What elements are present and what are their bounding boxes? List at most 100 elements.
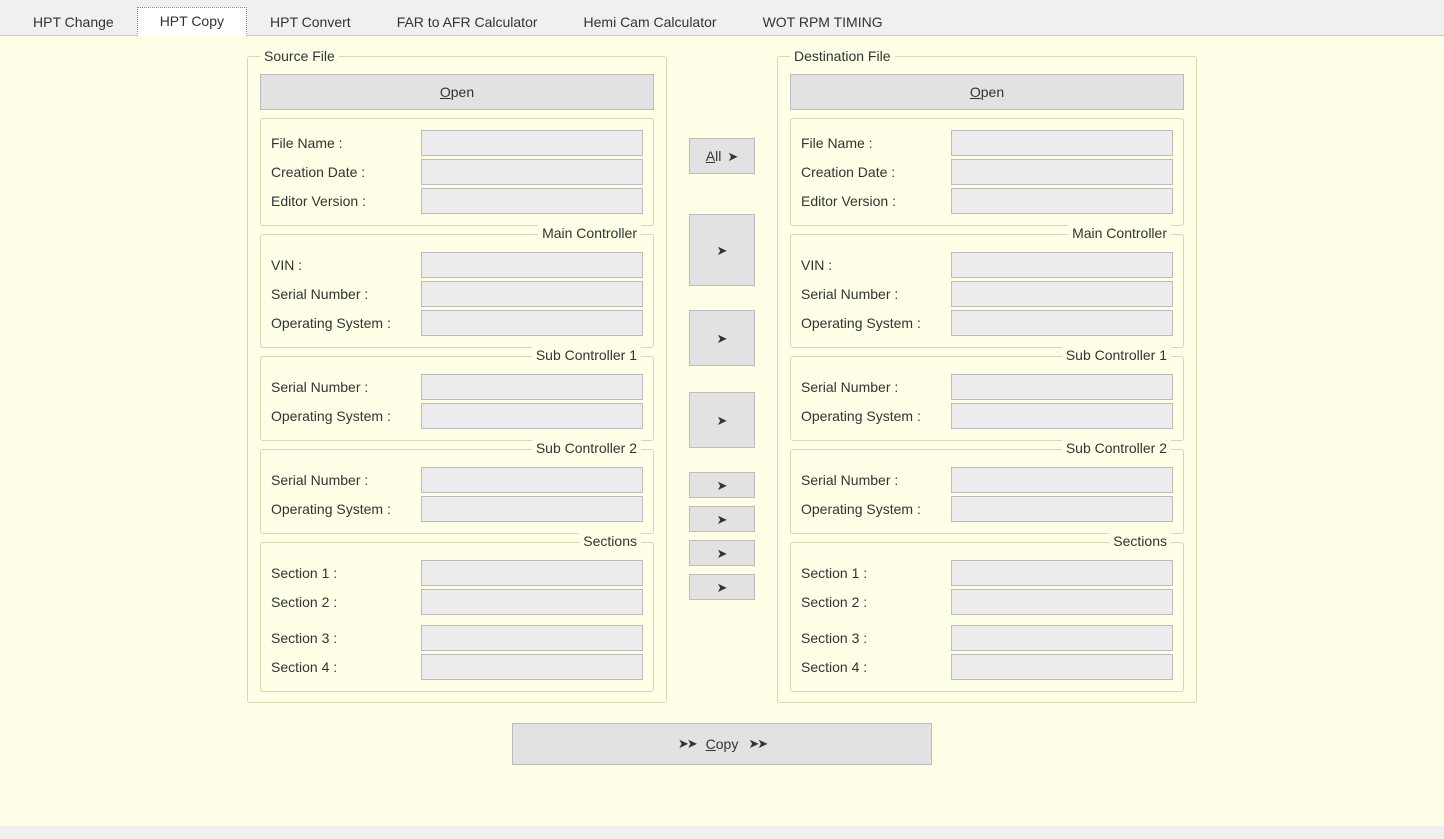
source-group: Source File Open File Name : Creation Da… <box>247 48 667 703</box>
all-label: All <box>706 148 722 164</box>
label-section-3: Section 3 : <box>271 630 421 646</box>
source-sub1-os-input[interactable] <box>421 403 643 429</box>
destination-main-os-input[interactable] <box>951 310 1173 336</box>
open-label: Open <box>440 84 474 100</box>
middle-column: All ➤ ➤ ➤ ➤ ➤ <box>687 48 757 600</box>
copy-label: Copy <box>706 736 739 752</box>
source-section-1-input[interactable] <box>421 560 643 586</box>
source-section-4-input[interactable] <box>421 654 643 680</box>
source-file-name-input[interactable] <box>421 130 643 156</box>
destination-file-name-input[interactable] <box>951 130 1173 156</box>
tab-hpt-convert[interactable]: HPT Convert <box>247 8 374 36</box>
label-section-2: Section 2 : <box>271 594 421 610</box>
source-column: Source File Open File Name : Creation Da… <box>247 48 667 711</box>
destination-column: Destination File Open File Name : Creati… <box>777 48 1197 711</box>
main-controller-title: Main Controller <box>538 225 641 241</box>
destination-sub2-os-input[interactable] <box>951 496 1173 522</box>
label-serial: Serial Number : <box>271 286 421 302</box>
arrow-right-icon: ➤ <box>717 581 728 594</box>
destination-sections: Sections Section 1 : Section 2 : Section… <box>790 542 1184 692</box>
tab-bar: HPT Change HPT Copy HPT Convert FAR to A… <box>0 0 1444 36</box>
source-creation-date-input[interactable] <box>421 159 643 185</box>
source-sub1-serial-input[interactable] <box>421 374 643 400</box>
label-os: Operating System : <box>801 408 951 424</box>
sub1-title: Sub Controller 1 <box>1062 347 1171 363</box>
label-serial: Serial Number : <box>801 472 951 488</box>
copy-button[interactable]: ➤➤ Copy ➤➤ <box>512 723 932 765</box>
sub1-title: Sub Controller 1 <box>532 347 641 363</box>
destination-main-serial-input[interactable] <box>951 281 1173 307</box>
main-controller-title: Main Controller <box>1068 225 1171 241</box>
label-serial: Serial Number : <box>801 379 951 395</box>
label-serial: Serial Number : <box>271 472 421 488</box>
sub2-title: Sub Controller 2 <box>1062 440 1171 456</box>
destination-sub-controller-1: Sub Controller 1 Serial Number : Operati… <box>790 356 1184 441</box>
destination-section-1-input[interactable] <box>951 560 1173 586</box>
label-creation-date: Creation Date : <box>271 164 421 180</box>
transfer-main-button[interactable]: ➤ <box>689 214 755 286</box>
tab-far-to-afr[interactable]: FAR to AFR Calculator <box>374 8 561 36</box>
destination-open-button[interactable]: Open <box>790 74 1184 110</box>
destination-sub2-serial-input[interactable] <box>951 467 1173 493</box>
source-main-serial-input[interactable] <box>421 281 643 307</box>
tab-hpt-change[interactable]: HPT Change <box>10 8 137 36</box>
destination-group-title: Destination File <box>790 48 895 64</box>
source-sub2-os-input[interactable] <box>421 496 643 522</box>
arrow-right-icon: ➤ <box>717 244 728 257</box>
sub2-title: Sub Controller 2 <box>532 440 641 456</box>
open-label: Open <box>970 84 1004 100</box>
destination-section-2-input[interactable] <box>951 589 1173 615</box>
label-section-1: Section 1 : <box>271 565 421 581</box>
label-os: Operating System : <box>271 501 421 517</box>
sections-title: Sections <box>1109 533 1171 549</box>
source-sub2-serial-input[interactable] <box>421 467 643 493</box>
transfer-sub1-button[interactable]: ➤ <box>689 310 755 366</box>
label-editor-version: Editor Version : <box>271 193 421 209</box>
source-sub-controller-2: Sub Controller 2 Serial Number : Operati… <box>260 449 654 534</box>
source-section-3-input[interactable] <box>421 625 643 651</box>
destination-sub1-serial-input[interactable] <box>951 374 1173 400</box>
destination-vin-input[interactable] <box>951 252 1173 278</box>
label-vin: VIN : <box>801 257 951 273</box>
transfer-section-1-button[interactable]: ➤ <box>689 472 755 498</box>
source-open-button[interactable]: Open <box>260 74 654 110</box>
label-serial: Serial Number : <box>801 286 951 302</box>
app-root: HPT Change HPT Copy HPT Convert FAR to A… <box>0 0 1444 839</box>
double-arrow-right-icon: ➤➤ <box>678 736 696 752</box>
tab-hemi-cam[interactable]: Hemi Cam Calculator <box>561 8 740 36</box>
destination-file-info: File Name : Creation Date : Editor Versi… <box>790 118 1184 226</box>
source-editor-version-input[interactable] <box>421 188 643 214</box>
destination-editor-version-input[interactable] <box>951 188 1173 214</box>
transfer-sub2-button[interactable]: ➤ <box>689 392 755 448</box>
tab-hpt-copy[interactable]: HPT Copy <box>137 7 247 36</box>
label-os: Operating System : <box>271 315 421 331</box>
arrow-right-icon: ➤ <box>717 414 728 427</box>
transfer-section-4-button[interactable]: ➤ <box>689 574 755 600</box>
source-section-2-input[interactable] <box>421 589 643 615</box>
tab-wot-rpm[interactable]: WOT RPM TIMING <box>740 8 906 36</box>
transfer-section-2-button[interactable]: ➤ <box>689 506 755 532</box>
transfer-section-3-button[interactable]: ➤ <box>689 540 755 566</box>
double-arrow-right-icon: ➤➤ <box>748 736 766 752</box>
label-section-2: Section 2 : <box>801 594 951 610</box>
source-sections: Sections Section 1 : Section 2 : Section… <box>260 542 654 692</box>
destination-creation-date-input[interactable] <box>951 159 1173 185</box>
label-vin: VIN : <box>271 257 421 273</box>
label-file-name: File Name : <box>271 135 421 151</box>
label-section-3: Section 3 : <box>801 630 951 646</box>
label-serial: Serial Number : <box>271 379 421 395</box>
destination-section-4-input[interactable] <box>951 654 1173 680</box>
arrow-right-icon: ➤ <box>717 547 728 560</box>
destination-group: Destination File Open File Name : Creati… <box>777 48 1197 703</box>
label-os: Operating System : <box>801 315 951 331</box>
source-main-os-input[interactable] <box>421 310 643 336</box>
destination-sub-controller-2: Sub Controller 2 Serial Number : Operati… <box>790 449 1184 534</box>
source-group-title: Source File <box>260 48 339 64</box>
footer: ➤➤ Copy ➤➤ <box>20 723 1424 765</box>
destination-section-3-input[interactable] <box>951 625 1173 651</box>
destination-sub1-os-input[interactable] <box>951 403 1173 429</box>
label-section-1: Section 1 : <box>801 565 951 581</box>
source-vin-input[interactable] <box>421 252 643 278</box>
transfer-all-button[interactable]: All ➤ <box>689 138 755 174</box>
source-main-controller: Main Controller VIN : Serial Number : Op… <box>260 234 654 348</box>
